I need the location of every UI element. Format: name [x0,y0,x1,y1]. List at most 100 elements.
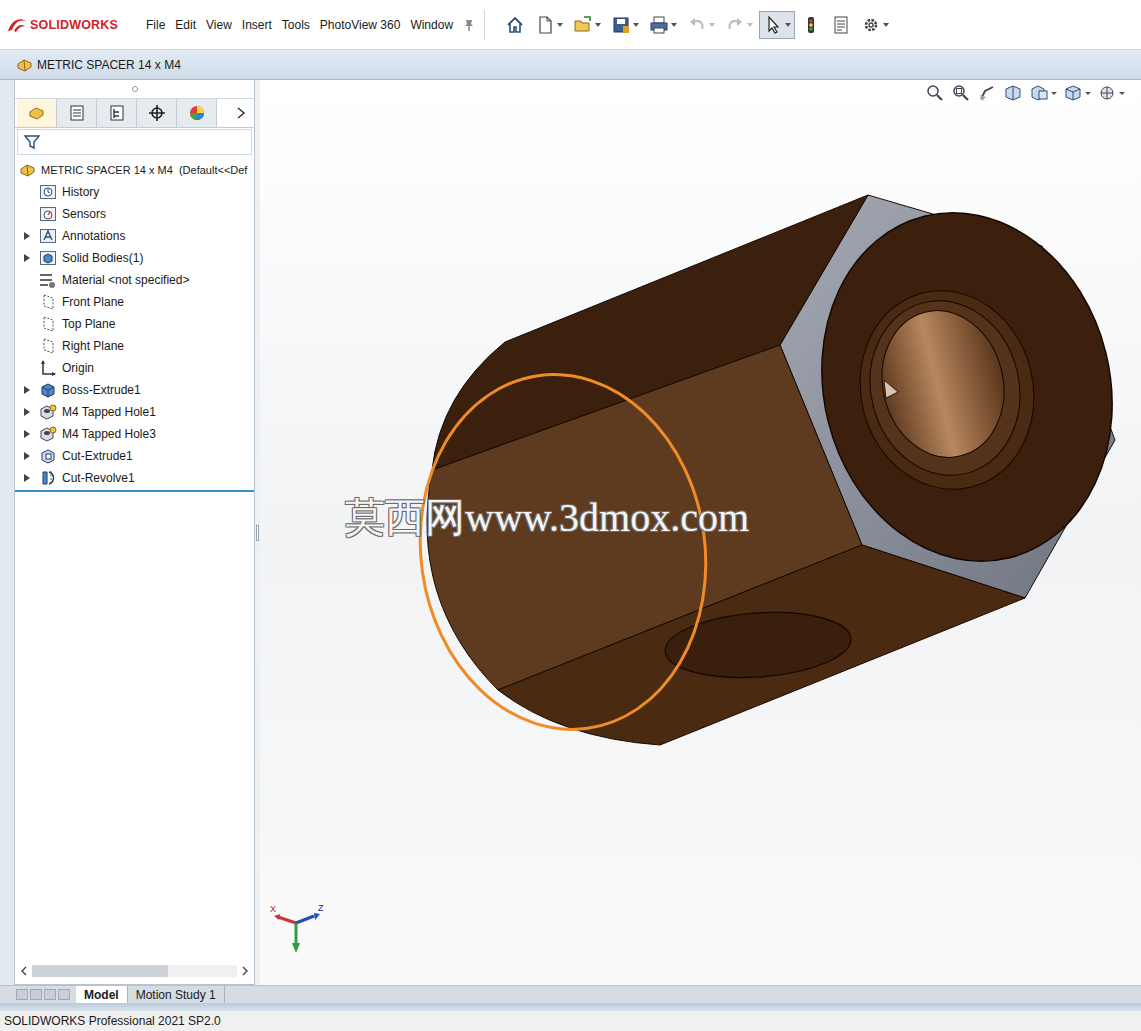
tree-item[interactable]: Solid Bodies(1) [15,247,254,269]
dimxpert-manager-icon [148,104,166,122]
toolbar-button[interactable] [797,11,825,39]
tree-item[interactable]: M4 Tapped Hole3 [15,423,254,445]
sensors-icon [39,205,57,223]
dropdown-arrow-icon[interactable] [1119,92,1125,95]
panel-grip[interactable] [15,80,254,99]
splitter-handle[interactable] [256,525,259,541]
tree-item[interactable]: Boss-Extrude1 [15,379,254,401]
toolbar-button[interactable] [683,11,719,39]
toolbar-button[interactable] [759,11,795,39]
expander[interactable] [20,429,36,439]
expand-arrow-icon[interactable] [23,473,31,483]
dropdown-arrow-icon[interactable] [595,23,601,27]
dropdown-arrow-icon[interactable] [1051,92,1057,95]
menu-item[interactable]: View [201,18,237,32]
view-toolbar-button[interactable] [1003,83,1023,103]
panel-tab[interactable] [57,99,97,127]
scroll-thumb[interactable] [32,965,168,977]
tree-item[interactable]: Sensors [15,203,254,225]
toolbar-button[interactable] [501,11,529,39]
expander[interactable] [20,385,36,395]
panel-tab[interactable] [97,99,137,127]
toolbar-button[interactable] [569,11,605,39]
tree-item[interactable]: Annotations [15,225,254,247]
dropdown-arrow-icon[interactable] [557,23,563,27]
dropdown-arrow-icon[interactable] [785,23,791,27]
menu-item[interactable]: Window [405,18,458,32]
dropdown-arrow-icon[interactable] [633,23,639,27]
dropdown-arrow-icon[interactable] [747,23,753,27]
scroll-left-icon[interactable] [19,965,29,977]
expand-arrow-icon[interactable] [23,231,31,241]
toolbar-button[interactable] [607,11,643,39]
expander[interactable] [20,253,36,263]
expander[interactable] [20,473,36,483]
tree-item[interactable]: Right Plane [15,335,254,357]
expand-arrow-icon[interactable] [23,407,31,417]
dropdown-arrow-icon[interactable] [883,23,889,27]
dropdown-arrow-icon[interactable] [1085,92,1091,95]
expander[interactable] [20,231,36,241]
tree-item[interactable]: M4 Tapped Hole1 [15,401,254,423]
cut-extrude-icon [39,447,57,465]
selected-edge[interactable] [398,356,729,748]
menu-item[interactable]: File [141,18,170,32]
toolbar-button[interactable] [721,11,757,39]
tree-item[interactable]: Cut-Extrude1 [15,445,254,467]
tab-nav-button[interactable] [44,989,56,1000]
view-toolbar-button[interactable] [1029,83,1057,103]
menu-item[interactable]: PhotoView 360 [315,18,406,32]
expand-arrow-icon[interactable] [23,429,31,439]
section-view-icon [1003,83,1023,103]
toolbar-button[interactable] [857,11,893,39]
bottom-tab[interactable]: Model [76,986,128,1003]
tree-item[interactable]: Front Plane [15,291,254,313]
menu-item[interactable]: Edit [170,18,201,32]
feature-tree: METRIC SPACER 14 x M4 (Default<<Def Histo… [15,156,254,963]
more-tabs-icon[interactable] [236,106,246,120]
pin-icon[interactable] [462,18,476,32]
toolbar-button[interactable] [531,11,567,39]
view-toolbar-button[interactable] [951,83,971,103]
view-toolbar-button[interactable] [1097,83,1125,103]
view-toolbar-button[interactable] [1063,83,1091,103]
panel-tab[interactable] [177,99,217,127]
tree-root-label: METRIC SPACER 14 x M4 (Default<<Def [41,164,247,176]
tab-nav-button[interactable] [30,989,42,1000]
scroll-track[interactable] [32,965,237,977]
toolbar-button[interactable] [645,11,681,39]
plane-icon [39,337,57,355]
expander[interactable] [20,407,36,417]
horizontal-scrollbar[interactable] [15,963,254,979]
bottom-tab[interactable]: Motion Study 1 [128,986,225,1003]
expand-arrow-icon[interactable] [23,385,31,395]
expand-arrow-icon[interactable] [23,451,31,461]
tree-item[interactable]: History [15,181,254,203]
menu-item[interactable]: Tools [277,18,315,32]
tree-item[interactable]: Cut-Revolve1 [15,467,254,489]
dropdown-arrow-icon[interactable] [709,23,715,27]
tree-root[interactable]: METRIC SPACER 14 x M4 (Default<<Def [15,159,254,181]
toolbar-button[interactable] [827,11,855,39]
expand-arrow-icon[interactable] [23,253,31,263]
tree-item[interactable]: Material <not specified> [15,269,254,291]
tree-item[interactable]: Origin [15,357,254,379]
tab-nav-button[interactable] [16,989,28,1000]
expander[interactable] [20,451,36,461]
scroll-right-icon[interactable] [240,965,250,977]
panel-tab[interactable] [137,99,177,127]
graphics-area[interactable]: 莫西网www.3dmox.comXZ [260,80,1141,985]
menu-item[interactable]: Insert [237,18,277,32]
tree-item-label: Annotations [62,229,125,243]
property-manager-icon [68,104,86,122]
reference-triad: XZ [268,903,330,959]
view-toolbar-button[interactable] [977,83,997,103]
tree-item[interactable]: Top Plane [15,313,254,335]
tab-nav-button[interactable] [58,989,70,1000]
view-toolbar-button[interactable] [925,83,945,103]
dropdown-arrow-icon[interactable] [671,23,677,27]
filter-field[interactable] [17,129,252,155]
rollback-bar[interactable] [15,490,254,492]
material-icon [39,271,57,289]
panel-tab[interactable] [17,99,57,127]
